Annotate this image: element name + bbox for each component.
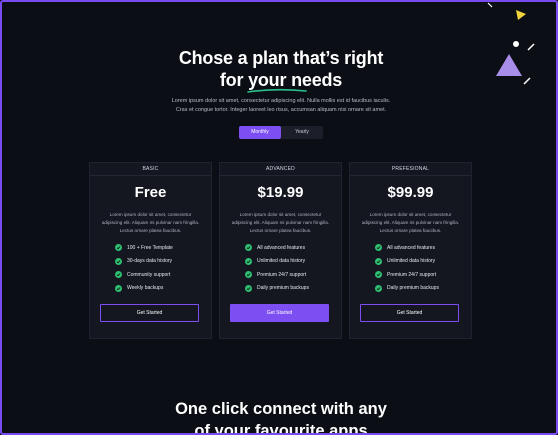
- plan-card-professional: PREFESIONAL $99.99 Lorem ipsum dolor sit…: [349, 162, 472, 339]
- plan-tier: ADVANCED: [220, 163, 341, 176]
- feature-item: Unlimited data history: [375, 255, 439, 269]
- page-title-line-2: for your needs: [2, 69, 556, 93]
- desc-line: Lectus ornare platea faucibus.: [249, 228, 312, 233]
- feature-item: All advanced features: [375, 241, 439, 255]
- check-circle-icon: [245, 271, 252, 279]
- title-line-1: Chose a plan that’s right: [178, 48, 384, 68]
- feature-item: Premium 24/7 support: [375, 268, 439, 282]
- get-started-button-basic[interactable]: Get Started: [100, 304, 199, 322]
- feature-item: 100 + Free Template: [115, 241, 173, 255]
- billing-toggle: Monthly Yearly: [239, 126, 323, 139]
- feature-label: All advanced features: [257, 244, 306, 251]
- plan-description: Lorem ipsum dolor sit amet, consectetur …: [358, 211, 463, 235]
- check-circle-icon: [115, 271, 122, 279]
- plan-card-basic: BASIC Free Lorem ipsum dolor sit amet, c…: [89, 162, 212, 339]
- title-line-2-prefix: for: [219, 70, 249, 90]
- dash-decoration: [487, 2, 493, 8]
- feature-list: All advanced features Unlimited data his…: [375, 241, 439, 295]
- feature-item: Daily premium backups: [245, 282, 309, 296]
- feature-label: All advanced features: [387, 244, 436, 251]
- desc-line: adipiscing elit. Aliquam mi pulvinar nam…: [101, 220, 200, 225]
- feature-list: All advanced features Unlimited data his…: [245, 241, 309, 295]
- feature-item: Unlimited data history: [245, 255, 309, 269]
- plan-price: $99.99: [387, 184, 434, 201]
- feature-label: Premium 24/7 support: [257, 271, 307, 278]
- desc-line: adipiscing elit. Aliquam mi pulvinar nam…: [361, 220, 460, 225]
- desc-line: Lectus ornare platea faucibus.: [119, 228, 182, 233]
- feature-label: Community support: [127, 271, 171, 278]
- desc-line: adipiscing elit. Aliquam mi pulvinar nam…: [231, 220, 330, 225]
- section-title-line-2: of your favourite apps: [194, 422, 368, 435]
- feature-label: Daily premium backups: [387, 285, 439, 292]
- feature-label: Unlimited data history: [387, 258, 436, 265]
- feature-item: Community support: [115, 268, 173, 282]
- feature-item: All advanced features: [245, 241, 309, 255]
- feature-item: 30-days data history: [115, 255, 173, 269]
- toggle-yearly[interactable]: Yearly: [281, 126, 323, 139]
- plan-description: Lorem ipsum dolor sit amet, consectetur …: [98, 211, 203, 235]
- check-circle-icon: [245, 284, 252, 292]
- check-circle-icon: [115, 257, 122, 265]
- plan-tier: BASIC: [90, 163, 211, 176]
- feature-label: 30-days data history: [127, 258, 173, 265]
- feature-label: 100 + Free Template: [127, 244, 173, 251]
- check-circle-icon: [375, 271, 382, 279]
- subtitle-line-2: Cras et congue tortor. Integer laoreet l…: [175, 107, 387, 113]
- title-highlight: your needs: [248, 70, 343, 90]
- feature-item: Weekly backups: [115, 282, 173, 296]
- check-circle-icon: [115, 244, 122, 252]
- underline-swoosh-icon: [247, 88, 307, 93]
- desc-line: Lorem ipsum dolor sit amet, consectetur: [369, 212, 452, 217]
- feature-label: Weekly backups: [127, 285, 164, 292]
- page-frame: Chose a plan that’s right for your needs…: [0, 0, 558, 435]
- check-circle-icon: [245, 257, 252, 265]
- feature-label: Daily premium backups: [257, 285, 309, 292]
- desc-line: Lorem ipsum dolor sit amet, consectetur: [109, 212, 192, 217]
- plan-price: Free: [134, 184, 167, 201]
- page-title: Chose a plan that’s right: [2, 47, 556, 69]
- plan-price: $19.99: [257, 184, 304, 201]
- get-started-button-professional[interactable]: Get Started: [360, 304, 459, 322]
- desc-line: Lectus ornare platea faucibus.: [379, 228, 442, 233]
- section-title-integrations: One click connect with any of your favou…: [2, 398, 556, 435]
- subtitle: Lorem ipsum dolor sit amet, consectetur …: [2, 97, 556, 115]
- feature-item: Premium 24/7 support: [245, 268, 309, 282]
- feature-item: Daily premium backups: [375, 282, 439, 296]
- section-title-line-1: One click connect with any: [175, 400, 387, 418]
- check-circle-icon: [375, 284, 382, 292]
- check-circle-icon: [375, 244, 382, 252]
- desc-line: Lorem ipsum dolor sit amet, consectetur: [239, 212, 322, 217]
- triangle-decoration: [516, 10, 526, 20]
- feature-list: 100 + Free Template 30-days data history…: [115, 241, 173, 295]
- feature-label: Premium 24/7 support: [387, 271, 437, 278]
- plan-card-advanced: ADVANCED $19.99 Lorem ipsum dolor sit am…: [219, 162, 342, 339]
- plan-tier: PREFESIONAL: [350, 163, 471, 176]
- plan-description: Lorem ipsum dolor sit amet, consectetur …: [228, 211, 333, 235]
- subtitle-line-1: Lorem ipsum dolor sit amet, consectetur …: [171, 98, 391, 104]
- check-circle-icon: [245, 244, 252, 252]
- get-started-button-advanced[interactable]: Get Started: [230, 304, 329, 322]
- toggle-monthly[interactable]: Monthly: [239, 126, 281, 139]
- feature-label: Unlimited data history: [257, 258, 306, 265]
- check-circle-icon: [115, 284, 122, 292]
- check-circle-icon: [375, 257, 382, 265]
